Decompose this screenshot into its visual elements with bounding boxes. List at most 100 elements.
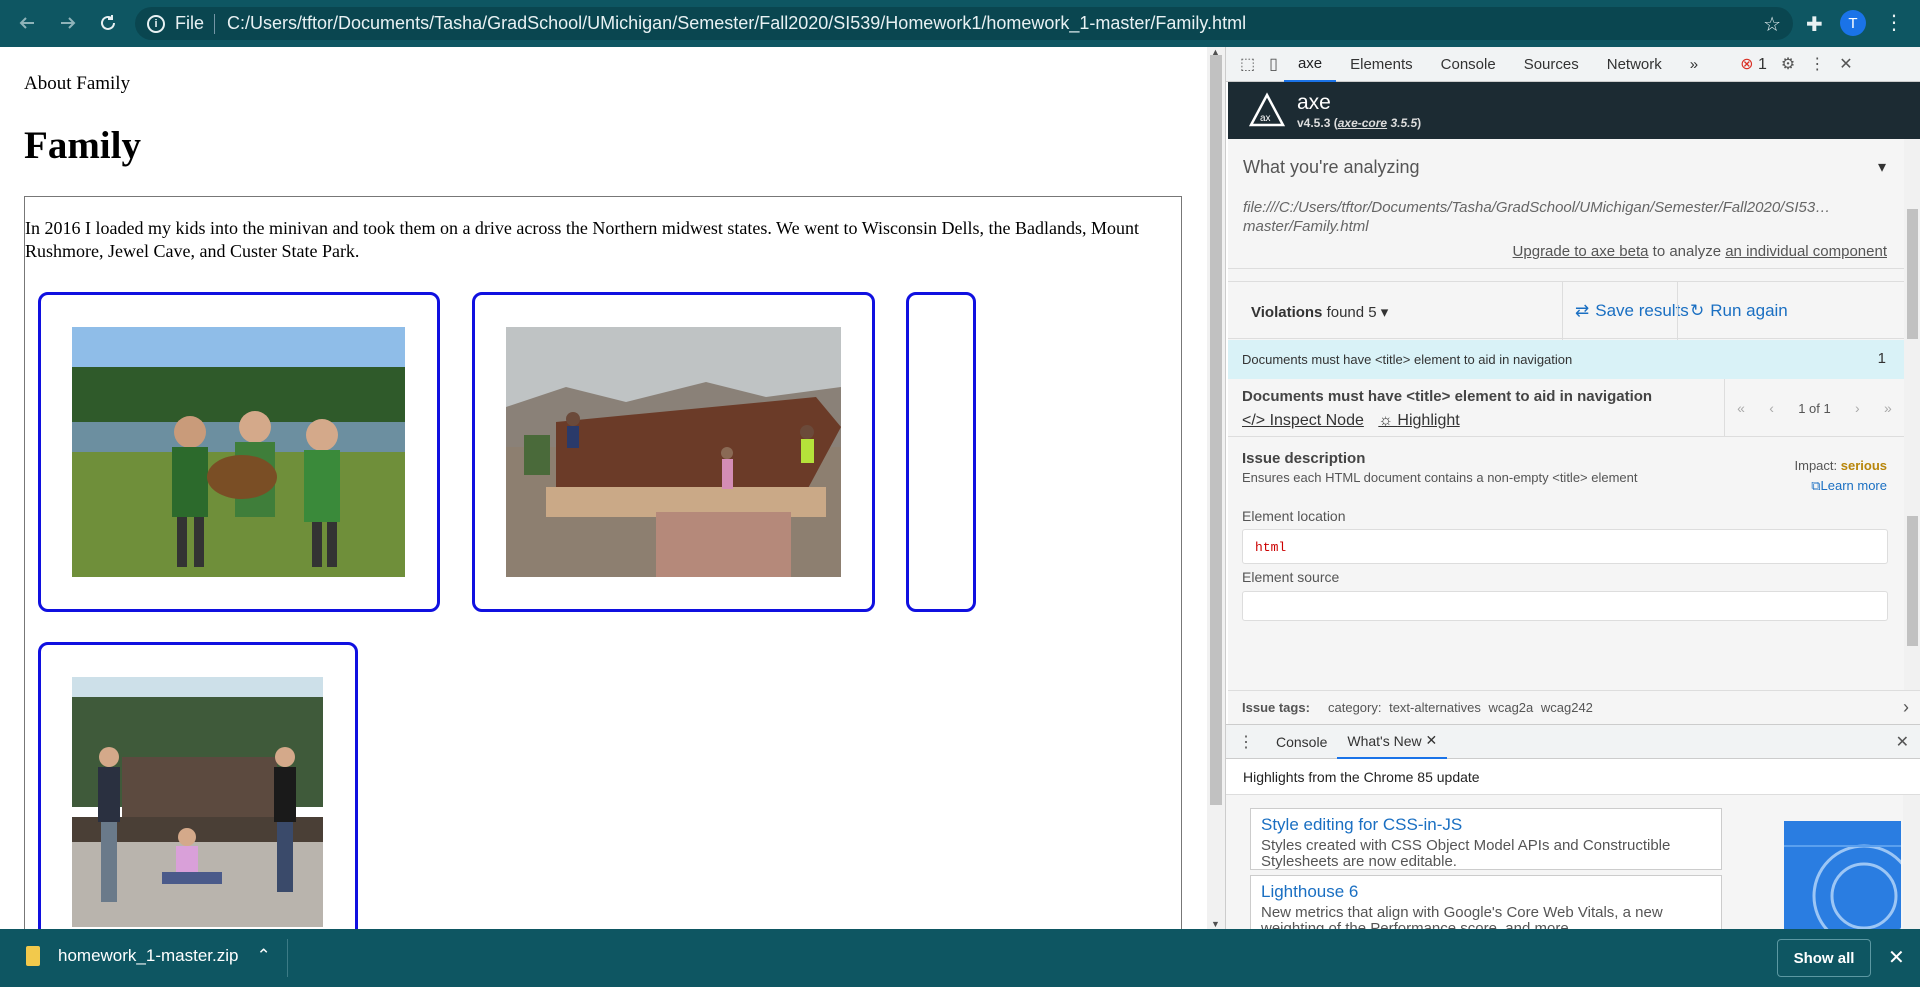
- zip-file-icon: [26, 946, 40, 966]
- about-family-link[interactable]: About Family: [24, 73, 130, 95]
- photo-card: [472, 292, 875, 612]
- devtools-panel: ⬚ ▯ axe Elements Console Sources Network…: [1225, 47, 1920, 929]
- forward-button[interactable]: [53, 8, 83, 38]
- tab-axe[interactable]: axe: [1283, 47, 1337, 82]
- device-toolbar-icon[interactable]: ▯: [1269, 54, 1278, 74]
- profile-avatar[interactable]: T: [1840, 10, 1866, 36]
- family-photo-lake: [72, 327, 405, 577]
- drawer-tab-whats-new[interactable]: What's New ✕: [1337, 725, 1448, 759]
- last-page-icon[interactable]: »: [1884, 400, 1892, 416]
- violations-bar: Violations found 5 ▾ ⇄ Save results ↻ Ru…: [1228, 281, 1904, 340]
- rule-detail-header: Documents must have <title> element to a…: [1228, 379, 1904, 437]
- chevron-up-icon[interactable]: ⌃: [256, 946, 270, 966]
- first-page-icon[interactable]: «: [1737, 400, 1745, 416]
- chevron-down-icon[interactable]: ▾: [1878, 157, 1886, 177]
- rule-detail-actions: </> Inspect Node ☼ Highlight: [1242, 412, 1470, 430]
- issue-pager: « ‹ 1 of 1 › »: [1724, 379, 1904, 437]
- next-page-icon[interactable]: ›: [1855, 400, 1860, 416]
- whats-new-heading: Highlights from the Chrome 85 update: [1226, 759, 1920, 795]
- page-scrollbar-thumb[interactable]: [1210, 55, 1222, 805]
- tab-elements[interactable]: Elements: [1336, 47, 1427, 82]
- element-location-heading: Element location: [1242, 508, 1346, 524]
- run-again-button[interactable]: ↻ Run again: [1677, 282, 1800, 340]
- bookmark-star-icon[interactable]: ☆: [1763, 12, 1781, 37]
- page-scrollbar[interactable]: ▲ ▼: [1207, 47, 1225, 929]
- highlight-link[interactable]: ☼ Highlight: [1378, 412, 1459, 429]
- show-all-button[interactable]: Show all: [1777, 939, 1871, 977]
- rule-row-count: 1: [1877, 350, 1886, 367]
- browser-menu-icon[interactable]: ⋮: [1884, 10, 1904, 35]
- url-separator: [214, 13, 216, 34]
- url-scheme: File: [175, 13, 205, 33]
- inspect-element-icon[interactable]: ⬚: [1240, 54, 1255, 74]
- element-location-code: html: [1242, 529, 1888, 564]
- impact-label: Impact:: [1794, 458, 1838, 473]
- address-bar[interactable]: i File C:/Users/tftor/Documents/Tasha/Gr…: [135, 7, 1793, 40]
- download-separator: [287, 939, 288, 977]
- violation-rule-row[interactable]: Documents must have <title> element to a…: [1228, 340, 1904, 379]
- close-tab-icon[interactable]: ✕: [1426, 732, 1438, 749]
- tab-console[interactable]: Console: [1427, 47, 1510, 82]
- individual-component-link[interactable]: an individual component: [1725, 243, 1887, 260]
- settings-gear-icon[interactable]: ⚙: [1781, 54, 1795, 74]
- impact-rating: Impact: serious: [1795, 458, 1888, 473]
- family-photo-badlands: [506, 327, 841, 577]
- issue-tags-bar: Issue tags: category: text-alternatives …: [1228, 690, 1920, 724]
- close-download-shelf-icon[interactable]: ✕: [1888, 945, 1905, 970]
- reload-button[interactable]: [93, 8, 123, 38]
- prev-page-icon[interactable]: ‹: [1769, 400, 1774, 416]
- axe-scrollbar[interactable]: [1904, 139, 1920, 690]
- drawer-tab-console[interactable]: Console: [1266, 725, 1337, 759]
- extensions-puzzle-icon[interactable]: ✚: [1806, 12, 1823, 37]
- tab-network[interactable]: Network: [1593, 47, 1676, 82]
- error-count: 1: [1757, 56, 1767, 73]
- news-item[interactable]: Lighthouse 6 New metrics that align with…: [1250, 875, 1722, 929]
- url-text: C:/Users/tftor/Documents/Tasha/GradSchoo…: [227, 13, 1247, 33]
- chevron-right-icon[interactable]: ›: [1903, 697, 1909, 718]
- axe-core-link[interactable]: axe-core: [1338, 116, 1387, 130]
- drawer-menu-icon[interactable]: ⋮: [1226, 732, 1266, 752]
- download-shelf: homework_1-master.zip ⌃ Show all ✕: [0, 929, 1920, 987]
- scroll-down-arrow-icon[interactable]: ▼: [1211, 919, 1220, 929]
- content-box: In 2016 I loaded my kids into the miniva…: [24, 196, 1182, 929]
- inspect-node-link[interactable]: </> Inspect Node: [1242, 412, 1364, 429]
- axe-header: ax axe v4.5.3 (axe-core 3.5.5): [1228, 82, 1920, 139]
- tab-sources[interactable]: Sources: [1510, 47, 1593, 82]
- whats-new-illustration: [1784, 821, 1901, 929]
- inspect-node-label: Inspect Node: [1269, 412, 1364, 429]
- axe-version: v4.5.3 (axe-core 3.5.5): [1297, 116, 1422, 130]
- upgrade-mid-text: to analyze: [1652, 243, 1722, 260]
- news-title: Lighthouse 6: [1261, 882, 1359, 901]
- learn-more-link[interactable]: ⧉Learn more: [1811, 478, 1887, 494]
- site-info-icon[interactable]: i: [147, 14, 165, 33]
- devtools-tab-bar: ⬚ ▯ axe Elements Console Sources Network…: [1226, 47, 1920, 82]
- upgrade-link[interactable]: Upgrade to axe beta: [1513, 243, 1649, 260]
- news-item[interactable]: Style editing for CSS-in-JS Styles creat…: [1250, 808, 1722, 870]
- pager-count: 1 of 1: [1798, 400, 1831, 416]
- drawer-tab-whats-new-label: What's New: [1347, 732, 1422, 749]
- error-count-badge[interactable]: ⊗ 1: [1740, 54, 1767, 74]
- browser-toolbar: i File C:/Users/tftor/Documents/Tasha/Gr…: [0, 0, 1920, 47]
- download-item[interactable]: homework_1-master.zip ⌃: [26, 946, 271, 966]
- issue-tags-values: category: text-alternatives wcag2a wcag2…: [1328, 700, 1593, 715]
- violations-dropdown[interactable]: Violations found 5 ▾: [1251, 303, 1388, 321]
- axe-title: axe: [1297, 91, 1331, 114]
- reload-icon: [101, 15, 115, 30]
- back-button[interactable]: [12, 8, 42, 38]
- whats-new-scrollbar[interactable]: [1903, 795, 1920, 929]
- axe-scrollbar-thumb[interactable]: [1907, 209, 1918, 339]
- analyzing-url: file:///C:/Users/tftor/Documents/Tasha/G…: [1243, 199, 1831, 235]
- run-again-label: Run again: [1710, 301, 1788, 320]
- more-tabs-button[interactable]: »: [1676, 47, 1712, 82]
- page-heading: Family: [24, 124, 141, 167]
- rule-row-title: Documents must have <title> element to a…: [1242, 352, 1573, 367]
- close-devtools-icon[interactable]: ✕: [1839, 54, 1852, 74]
- close-drawer-icon[interactable]: ✕: [1896, 732, 1909, 752]
- intro-paragraph: In 2016 I loaded my kids into the miniva…: [25, 218, 1139, 261]
- svg-text:ax: ax: [1260, 113, 1271, 124]
- axe-scrollbar-thumb-lower[interactable]: [1907, 516, 1918, 646]
- violations-found: found 5: [1326, 304, 1377, 321]
- rule-detail-title: Documents must have <title> element to a…: [1242, 388, 1653, 405]
- empty-photo-card: [906, 292, 976, 612]
- devtools-menu-icon[interactable]: ⋮: [1809, 54, 1825, 74]
